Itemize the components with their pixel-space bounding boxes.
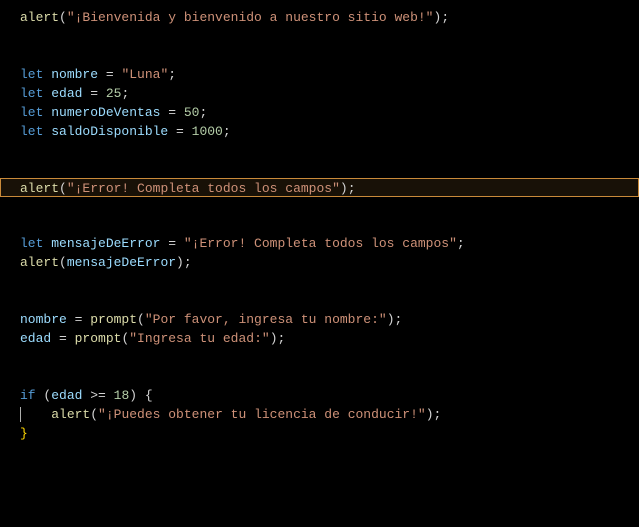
semicolon: ;	[457, 236, 465, 251]
string-literal: "Luna"	[121, 67, 168, 82]
code-line-empty[interactable]	[0, 27, 639, 46]
space	[137, 388, 145, 403]
variable: nombre	[51, 67, 98, 82]
semicolon: ;	[395, 312, 403, 327]
code-line-highlighted[interactable]: alert("¡Error! Completa todos los campos…	[0, 178, 639, 197]
paren-open: (	[59, 181, 67, 196]
code-line-empty[interactable]	[0, 272, 639, 291]
paren-close: )	[340, 181, 348, 196]
function-call: alert	[51, 407, 90, 422]
keyword: if	[20, 388, 36, 403]
code-line[interactable]: }	[0, 424, 639, 443]
variable: saldoDisponible	[51, 124, 168, 139]
paren-open: (	[59, 255, 67, 270]
code-line[interactable]: alert("¡Puedes obtener tu licencia de co…	[0, 405, 639, 424]
paren-close: )	[387, 312, 395, 327]
code-line[interactable]: let numeroDeVentas = 50;	[0, 103, 639, 122]
operator: =	[67, 312, 90, 327]
code-line[interactable]: let nombre = "Luna";	[0, 65, 639, 84]
function-call: alert	[20, 255, 59, 270]
function-call: alert	[20, 10, 59, 25]
code-line[interactable]: alert(mensajeDeError);	[0, 253, 639, 272]
number: 1000	[192, 124, 223, 139]
semicolon: ;	[184, 255, 192, 270]
code-line[interactable]: nombre = prompt("Por favor, ingresa tu n…	[0, 310, 639, 329]
code-line-empty[interactable]	[0, 141, 639, 160]
string-literal: "Por favor, ingresa tu nombre:"	[145, 312, 387, 327]
code-line-empty[interactable]	[0, 196, 639, 215]
code-line[interactable]: let mensajeDeError = "¡Error! Completa t…	[0, 234, 639, 253]
code-line[interactable]: let saldoDisponible = 1000;	[0, 122, 639, 141]
string-literal: "¡Error! Completa todos los campos"	[67, 181, 340, 196]
semicolon: ;	[223, 124, 231, 139]
number: 18	[114, 388, 130, 403]
string-literal: "¡Error! Completa todos los campos"	[184, 236, 457, 251]
semicolon: ;	[168, 67, 176, 82]
operator: =	[82, 86, 105, 101]
variable: edad	[20, 331, 51, 346]
keyword: let	[20, 105, 43, 120]
code-line[interactable]: let edad = 25;	[0, 84, 639, 103]
brace-close: }	[20, 426, 28, 441]
code-editor[interactable]: alert("¡Bienvenida y bienvenido a nuestr…	[0, 0, 639, 443]
keyword: let	[20, 124, 43, 139]
keyword: let	[20, 67, 43, 82]
keyword: let	[20, 236, 43, 251]
function-call: alert	[20, 181, 59, 196]
variable: edad	[51, 86, 82, 101]
variable: edad	[51, 388, 82, 403]
paren-close: )	[426, 407, 434, 422]
paren-open: (	[59, 10, 67, 25]
paren-close: )	[176, 255, 184, 270]
code-line[interactable]: alert("¡Bienvenida y bienvenido a nuestr…	[0, 8, 639, 27]
keyword: let	[20, 86, 43, 101]
variable: mensajeDeError	[51, 236, 160, 251]
variable: mensajeDeError	[67, 255, 176, 270]
number: 50	[184, 105, 200, 120]
code-line[interactable]: if (edad >= 18) {	[0, 386, 639, 405]
semicolon: ;	[278, 331, 286, 346]
brace-open: {	[145, 388, 153, 403]
string-literal: "¡Puedes obtener tu licencia de conducir…	[98, 407, 426, 422]
semicolon: ;	[121, 86, 129, 101]
code-line-empty[interactable]	[0, 160, 639, 179]
paren-close: )	[129, 388, 137, 403]
function-call: prompt	[90, 312, 137, 327]
operator: =	[160, 105, 183, 120]
semicolon: ;	[199, 105, 207, 120]
variable: numeroDeVentas	[51, 105, 160, 120]
operator: =	[98, 67, 121, 82]
code-line-empty[interactable]	[0, 291, 639, 310]
indent	[20, 407, 51, 422]
code-line-empty[interactable]	[0, 46, 639, 65]
number: 25	[106, 86, 122, 101]
code-line-empty[interactable]	[0, 348, 639, 367]
code-line[interactable]: edad = prompt("Ingresa tu edad:");	[0, 329, 639, 348]
paren-open: (	[137, 312, 145, 327]
semicolon: ;	[434, 407, 442, 422]
operator: >=	[82, 388, 113, 403]
variable: nombre	[20, 312, 67, 327]
operator: =	[160, 236, 183, 251]
semicolon: ;	[348, 181, 356, 196]
operator: =	[51, 331, 74, 346]
operator: =	[168, 124, 191, 139]
function-call: prompt	[75, 331, 122, 346]
string-literal: "¡Bienvenida y bienvenido a nuestro siti…	[67, 10, 434, 25]
paren-open: (	[90, 407, 98, 422]
string-literal: "Ingresa tu edad:"	[129, 331, 269, 346]
code-line-empty[interactable]	[0, 215, 639, 234]
paren-close: )	[270, 331, 278, 346]
semicolon: ;	[441, 10, 449, 25]
code-line-empty[interactable]	[0, 367, 639, 386]
